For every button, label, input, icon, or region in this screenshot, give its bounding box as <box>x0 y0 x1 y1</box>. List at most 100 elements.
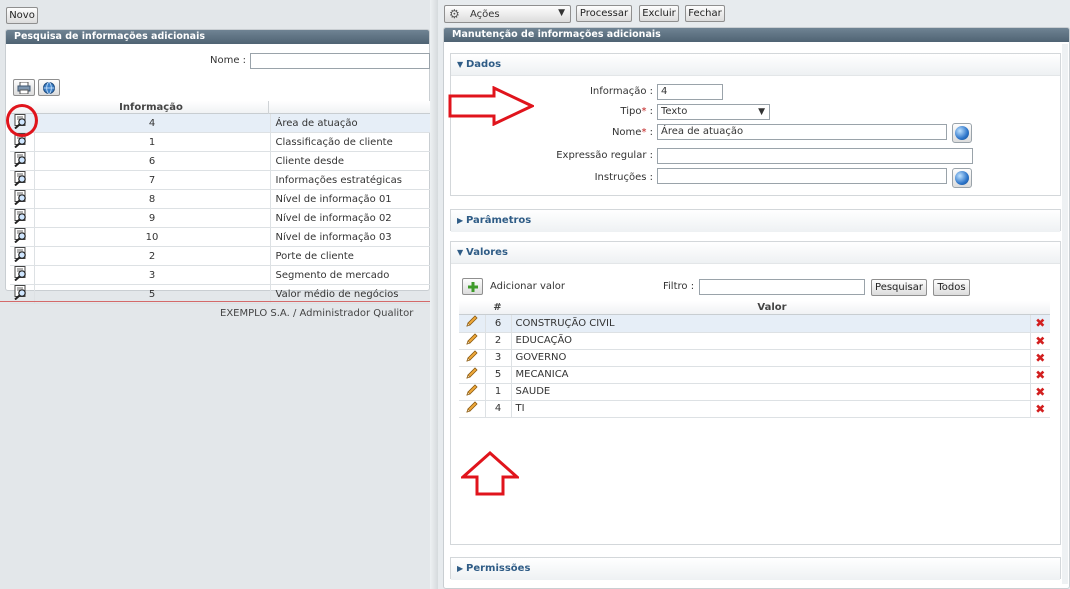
header-divider <box>268 101 269 114</box>
table-row[interactable]: 6 Cliente desde <box>10 151 430 171</box>
tipo-label: Tipo <box>620 106 642 117</box>
magnifier-icon[interactable] <box>13 209 29 225</box>
delete-icon[interactable]: ✖ <box>1035 368 1045 382</box>
table-row[interactable]: 3 Segmento de mercado <box>10 265 430 285</box>
nome-label-wrap: Nome* : <box>560 127 653 138</box>
magnifier-icon[interactable] <box>13 247 29 263</box>
adicionar-valor-label[interactable]: Adicionar valor <box>490 281 565 292</box>
magnifier-icon[interactable] <box>13 190 29 206</box>
valor-number: 3 <box>485 349 512 367</box>
footer-user: EXEMPLO S.A. / Administrador Qualitor <box>220 308 414 319</box>
row-informacao-description: Nível de informação 02 <box>270 208 430 228</box>
table-row[interactable]: 7 Informações estratégicas <box>10 170 430 190</box>
table-row[interactable]: 10 Nível de informação 03 <box>10 227 430 247</box>
table-row[interactable]: 9 Nível de informação 02 <box>10 208 430 228</box>
pencil-icon[interactable] <box>465 332 478 346</box>
filtro-field[interactable] <box>699 279 865 295</box>
splitter[interactable] <box>430 0 438 589</box>
collapsed-triangle-icon: ▶ <box>457 564 464 573</box>
pencil-icon[interactable] <box>465 349 478 363</box>
valor-number: 1 <box>485 383 512 401</box>
row-informacao-description: Cliente desde <box>270 151 430 171</box>
expand-triangle-icon: ▼ <box>457 248 464 257</box>
magnifier-icon[interactable] <box>13 171 29 187</box>
delete-icon[interactable]: ✖ <box>1035 385 1045 399</box>
delete-icon[interactable]: ✖ <box>1035 334 1045 348</box>
chevron-down-icon: ▼ <box>758 107 765 117</box>
instrucoes-field[interactable] <box>657 168 947 184</box>
valores-grid: # Valor 6 CONSTRUÇÃO CIVIL ✖ 2 EDUCAÇÃO ✖ 3 GOV… <box>459 301 1050 418</box>
annotation-circle <box>6 104 38 137</box>
delete-icon[interactable]: ✖ <box>1035 316 1045 330</box>
delete-cell: ✖ <box>1030 332 1050 350</box>
magnifier-icon[interactable] <box>13 152 29 168</box>
processar-button[interactable]: Processar <box>576 5 632 22</box>
valor-number: 4 <box>485 400 512 418</box>
valor-row[interactable]: 3 GOVERNO ✖ <box>459 349 1050 367</box>
parametros-header[interactable]: ▶ Parâmetros <box>451 210 1060 232</box>
acoes-label: Ações <box>470 9 500 20</box>
permissoes-header[interactable]: ▶ Permissões <box>451 558 1060 580</box>
delete-cell: ✖ <box>1030 349 1050 367</box>
instrucoes-translate-button[interactable] <box>952 168 972 188</box>
valor-row[interactable]: 5 MECANICA ✖ <box>459 366 1050 384</box>
column-valor[interactable]: Valor <box>514 301 1030 315</box>
export-button[interactable] <box>38 79 60 96</box>
row-informacao-number: 4 <box>34 114 271 133</box>
valor-row[interactable]: 4 TI ✖ <box>459 400 1050 418</box>
table-row[interactable]: 2 Porte de cliente <box>10 246 430 266</box>
delete-cell: ✖ <box>1030 366 1050 384</box>
row-action-cell <box>10 151 35 171</box>
valor-row[interactable]: 6 CONSTRUÇÃO CIVIL ✖ <box>459 315 1050 333</box>
acoes-select[interactable]: ⚙ Ações ▼ <box>444 5 571 23</box>
valor-row[interactable]: 2 EDUCAÇÃO ✖ <box>459 332 1050 350</box>
valor-text: GOVERNO <box>511 349 1031 367</box>
table-row[interactable]: 8 Nível de informação 01 <box>10 189 430 209</box>
edit-cell <box>459 332 486 350</box>
pencil-icon[interactable] <box>465 400 478 414</box>
delete-cell: ✖ <box>1030 315 1050 333</box>
edit-cell <box>459 366 486 384</box>
delete-icon[interactable]: ✖ <box>1035 402 1045 416</box>
adicionar-valor-button[interactable] <box>462 278 483 295</box>
informacao-label: Informação : <box>589 86 653 97</box>
maintenance-panel-title: Manutenção de informações adicionais <box>444 28 1069 42</box>
delete-icon[interactable]: ✖ <box>1035 351 1045 365</box>
valor-text: MECANICA <box>511 366 1031 384</box>
tipo-select[interactable]: Texto ▼ <box>657 104 770 120</box>
nome-search-input[interactable] <box>250 53 430 69</box>
pencil-icon[interactable] <box>465 383 478 397</box>
informacao-field[interactable]: 4 <box>657 84 723 100</box>
column-informacao[interactable]: Informação <box>70 101 232 114</box>
collapsed-triangle-icon: ▶ <box>457 216 464 225</box>
row-informacao-number: 3 <box>34 265 271 285</box>
plus-icon <box>467 281 478 292</box>
pencil-icon[interactable] <box>465 366 478 380</box>
excluir-button[interactable]: Excluir <box>639 5 679 22</box>
novo-button[interactable]: Novo <box>6 7 38 24</box>
info-table: 4 Área de atuação 1 Classificação de client… <box>10 114 430 304</box>
annotation-arrow-up <box>461 451 519 496</box>
nome-field[interactable]: Área de atuação <box>657 124 947 140</box>
magnifier-icon[interactable] <box>13 266 29 282</box>
magnifier-icon[interactable] <box>13 228 29 244</box>
pencil-icon[interactable] <box>465 315 478 328</box>
magnifier-icon[interactable] <box>13 285 29 301</box>
nome-search-label: Nome : <box>210 55 247 66</box>
fechar-button[interactable]: Fechar <box>685 5 725 22</box>
column-num[interactable]: # <box>485 301 510 315</box>
print-button[interactable] <box>13 79 35 96</box>
valores-title: Valores <box>466 247 508 258</box>
table-row[interactable]: 4 Área de atuação <box>10 114 430 133</box>
valor-row[interactable]: 1 SAUDE ✖ <box>459 383 1050 401</box>
scrollbar[interactable] <box>1062 44 1068 584</box>
tipo-label-wrap: Tipo* : <box>560 106 653 117</box>
dados-header[interactable]: ▼ Dados <box>451 54 1060 76</box>
tipo-value: Texto <box>661 106 688 117</box>
valores-header[interactable]: ▼ Valores <box>451 242 1060 264</box>
expressao-field[interactable] <box>657 148 973 164</box>
pesquisar-button[interactable]: Pesquisar <box>871 279 927 296</box>
nome-translate-button[interactable] <box>952 123 972 143</box>
table-row[interactable]: 1 Classificação de cliente <box>10 132 430 152</box>
todos-button[interactable]: Todos <box>933 279 970 296</box>
